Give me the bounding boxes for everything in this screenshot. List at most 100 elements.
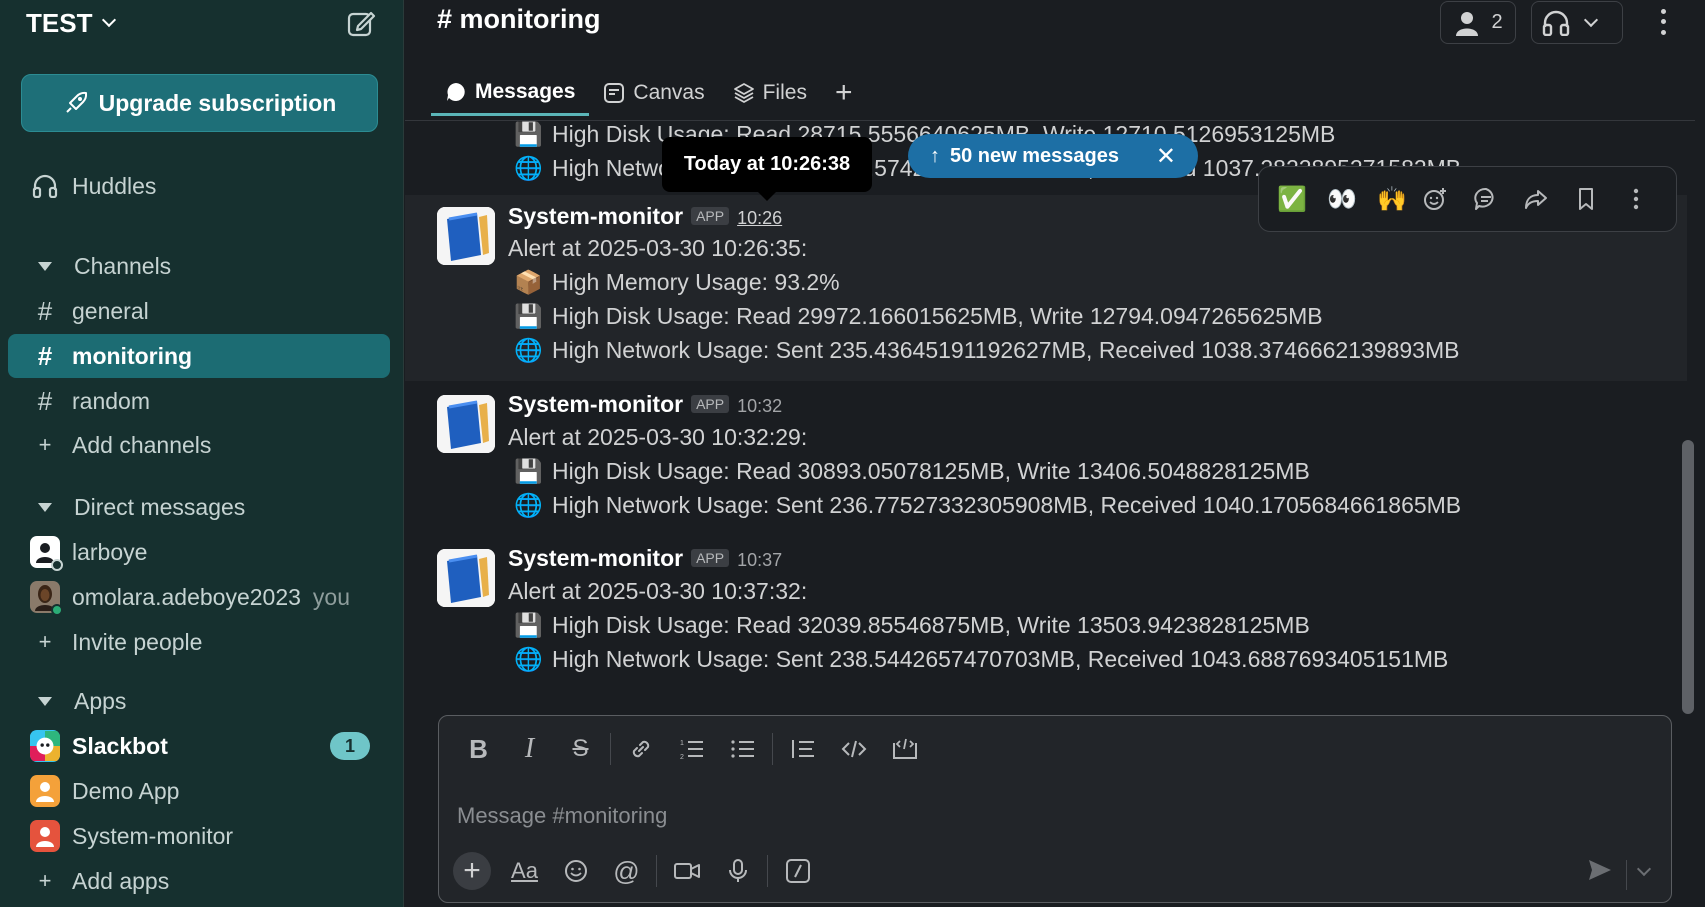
send-options-chevron-icon[interactable] <box>1636 861 1652 877</box>
app-tag: APP <box>691 395 730 413</box>
sidebar-item-huddles[interactable]: Huddles <box>8 164 390 208</box>
share-icon[interactable] <box>1523 186 1563 212</box>
avatar-wrap <box>30 536 63 571</box>
attach-button[interactable]: + <box>453 852 491 890</box>
tab-messages[interactable]: Messages <box>431 70 590 116</box>
invite-people-button[interactable]: + Invite people <box>8 620 390 664</box>
video-icon <box>673 863 700 879</box>
strikethrough-button[interactable]: S <box>555 732 606 766</box>
message-line: 🌐 High Network Usage: Sent 235.4364519119… <box>514 337 1460 363</box>
workspace-switcher[interactable]: TEST <box>26 6 117 40</box>
avatar[interactable] <box>437 395 495 453</box>
sidebar-item-label: larboye <box>72 538 148 565</box>
app-tag: APP <box>691 549 730 567</box>
channel-title[interactable]: # monitoring <box>437 4 601 35</box>
sender-name[interactable]: System-monitor <box>508 203 683 230</box>
sidebar-item-slackbot[interactable]: Slackbot 1 <box>8 724 390 768</box>
status-dot <box>51 559 63 571</box>
avatar-wrap <box>30 820 60 852</box>
add-reaction-icon[interactable] <box>1422 186 1462 212</box>
apps-section-toggle[interactable]: Apps <box>8 679 390 723</box>
headphones-icon <box>1542 10 1570 36</box>
avatar <box>30 536 63 571</box>
italic-button[interactable]: I <box>504 732 555 766</box>
message-input[interactable] <box>457 798 1637 834</box>
tab-canvas[interactable]: Canvas <box>589 70 718 116</box>
avatar <box>30 581 63 616</box>
caret-down-icon <box>38 696 52 706</box>
bold-button[interactable]: B <box>453 732 504 766</box>
compose-icon <box>347 11 376 37</box>
audio-clip-button[interactable] <box>712 851 763 891</box>
message-timestamp[interactable]: 10:26 <box>737 208 782 229</box>
sidebar-item-demo-app[interactable]: Demo App <box>8 769 390 813</box>
divider <box>1626 860 1627 890</box>
code-block-icon <box>892 738 917 759</box>
disk-icon: 💾 <box>514 458 543 484</box>
huddle-button[interactable] <box>1531 1 1623 44</box>
message-line: 📦 High Memory Usage: 93.2% <box>514 269 840 295</box>
sidebar-item-label: monitoring <box>72 342 193 369</box>
close-icon[interactable]: ✕ <box>1156 142 1176 171</box>
dm-section-toggle[interactable]: Direct messages <box>8 485 390 529</box>
new-messages-label: 50 new messages <box>950 144 1119 167</box>
chevron-down-icon[interactable] <box>1583 12 1599 27</box>
message-timestamp[interactable]: 10:37 <box>737 550 782 571</box>
sidebar-item-monitoring[interactable]: # monitoring <box>8 334 390 378</box>
message-line: 💾 High Disk Usage: Read 32039.85546875MB,… <box>514 612 1310 638</box>
slash-command-button[interactable] <box>772 851 823 891</box>
new-messages-pill[interactable]: ↑ 50 new messages ✕ <box>908 134 1198 178</box>
add-channels-button[interactable]: + Add channels <box>8 423 390 467</box>
avatar[interactable] <box>437 549 495 607</box>
video-clip-button[interactable] <box>661 851 712 891</box>
unread-badge: 1 <box>330 732 370 760</box>
message-line: 💾 High Disk Usage: Read 30893.05078125MB,… <box>514 458 1310 484</box>
eyes-reaction-button[interactable]: 👀 <box>1322 185 1362 214</box>
sidebar-item-dm-larboye[interactable]: larboye <box>8 530 390 574</box>
compose-button[interactable] <box>346 8 376 38</box>
formatting-toggle-button[interactable]: Aa <box>499 851 550 891</box>
send-button[interactable] <box>1587 858 1613 882</box>
bookmark-icon[interactable] <box>1573 186 1613 212</box>
disk-icon: 💾 <box>514 121 543 147</box>
sidebar-item-general[interactable]: # general <box>8 289 390 333</box>
add-apps-button[interactable]: + Add apps <box>8 859 390 903</box>
emoji-button[interactable] <box>550 851 601 891</box>
more-actions-icon[interactable] <box>1623 186 1663 212</box>
members-button[interactable]: 2 <box>1440 1 1516 44</box>
link-button[interactable] <box>615 732 666 766</box>
list-item[interactable]: System-monitor APP 10:32 Alert at 2025-0… <box>405 381 1687 533</box>
blockquote-icon <box>791 740 814 758</box>
sidebar-item-dm-self[interactable]: omolara.adeboye2023 you <box>8 575 390 619</box>
sidebar-item-system-monitor[interactable]: System-monitor <box>8 814 390 858</box>
member-count: 2 <box>1491 11 1503 33</box>
code-block-button[interactable] <box>879 732 930 766</box>
ordered-list-button[interactable]: 12 <box>666 732 717 766</box>
list-item[interactable]: System-monitor APP 10:37 Alert at 2025-0… <box>405 535 1687 687</box>
sender-name[interactable]: System-monitor <box>508 391 683 418</box>
reply-in-thread-icon[interactable] <box>1473 186 1513 212</box>
message-timestamp[interactable]: 10:32 <box>737 396 782 417</box>
sender-name[interactable]: System-monitor <box>508 545 683 572</box>
workspace-name: TEST <box>26 7 93 38</box>
avatar[interactable] <box>437 207 495 265</box>
code-button[interactable] <box>828 732 879 766</box>
tab-files[interactable]: Files <box>719 70 821 116</box>
notebook-icon <box>437 207 495 265</box>
upgrade-subscription-button[interactable]: Upgrade subscription <box>21 74 378 132</box>
hash-icon: # <box>37 385 53 416</box>
sidebar-item-random[interactable]: # random <box>8 379 390 423</box>
message-line: Alert at 2025-03-30 10:32:29: <box>508 424 808 450</box>
more-options-button[interactable] <box>1651 6 1675 38</box>
sidebar-item-label: general <box>72 297 149 324</box>
blockquote-button[interactable] <box>777 732 828 766</box>
check-reaction-button[interactable]: ✅ <box>1272 185 1312 214</box>
channels-section-toggle[interactable]: Channels <box>8 244 390 288</box>
sidebar-item-label: random <box>72 387 150 414</box>
raised-hands-reaction-button[interactable]: 🙌 <box>1372 185 1412 214</box>
add-tab-button[interactable]: + <box>821 70 867 122</box>
bulleted-list-button[interactable] <box>717 732 768 766</box>
you-label: you <box>312 583 350 610</box>
mention-button[interactable]: @ <box>601 851 652 891</box>
scrollbar[interactable] <box>1682 440 1694 714</box>
